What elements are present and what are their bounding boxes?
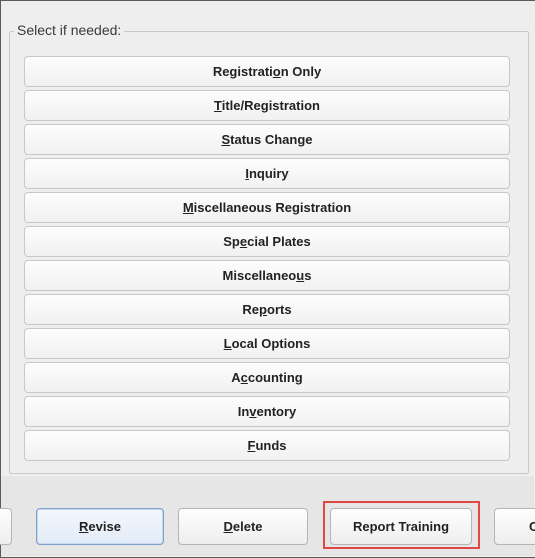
transaction-button-list: Registration Only Title/Registration Sta… [24,56,510,464]
mnemonic-letter: S [221,132,231,147]
mnemonic-letter: T [214,98,222,113]
offscreen-right-button[interactable]: C [494,508,535,545]
status-change-button[interactable]: Status Change [24,124,510,155]
revise-button[interactable]: Revise [36,508,164,545]
mnemonic-letter: M [182,200,194,215]
mnemonic-letter: c [240,370,248,385]
reports-button[interactable]: Reports [24,294,510,325]
miscellaneous-registration-button[interactable]: Miscellaneous Registration [24,192,510,223]
inquiry-button[interactable]: Inquiry [24,158,510,189]
miscellaneous-button[interactable]: Miscellaneous [24,260,510,291]
special-plates-button[interactable]: Special Plates [24,226,510,257]
report-training-button[interactable]: Report Training [330,508,472,545]
accounting-button[interactable]: Accounting [24,362,510,393]
group-legend: Select if needed: [14,22,125,38]
inventory-button[interactable]: Inventory [24,396,510,427]
mnemonic-letter: D [223,519,233,534]
delete-button[interactable]: Delete [178,508,308,545]
mnemonic-letter: v [249,404,257,419]
mnemonic-letter: L [223,336,232,351]
mnemonic-letter: R [79,519,89,534]
mnemonic-letter: p [259,302,267,317]
mnemonic-letter: u [296,268,305,283]
title-registration-button[interactable]: Title/Registration [24,90,510,121]
local-options-button[interactable]: Local Options [24,328,510,359]
funds-button[interactable]: Funds [24,430,510,461]
registration-only-button[interactable]: Registration Only [24,56,510,87]
mnemonic-letter: o [272,64,281,79]
offscreen-left-button[interactable] [0,508,12,545]
